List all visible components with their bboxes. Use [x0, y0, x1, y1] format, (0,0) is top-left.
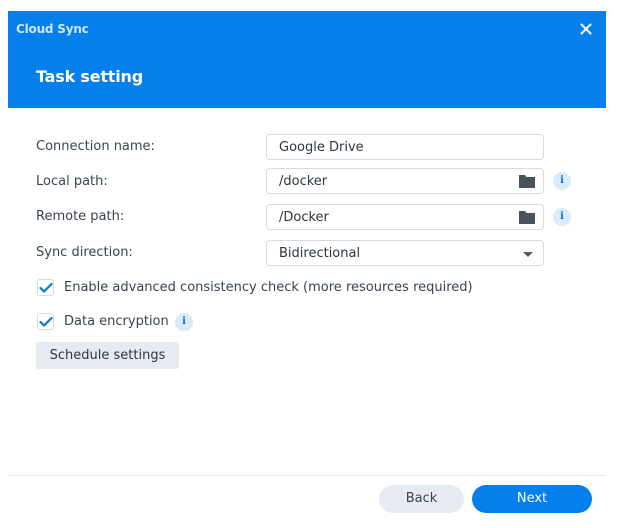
- checkmark-icon: [39, 282, 53, 293]
- app-title: Cloud Sync: [16, 22, 89, 36]
- remote-path-info-icon[interactable]: i: [553, 208, 571, 226]
- local-path-info-icon[interactable]: i: [553, 172, 571, 190]
- data-encryption-label[interactable]: Data encryption: [64, 314, 169, 329]
- connection-name-label: Connection name:: [36, 139, 155, 154]
- page-title: Task setting: [36, 67, 143, 86]
- remote-path-value: /Docker: [279, 210, 329, 225]
- data-encryption-checkbox[interactable]: [37, 313, 54, 330]
- folder-icon[interactable]: [519, 175, 535, 188]
- checkmark-icon: [39, 316, 53, 327]
- chevron-down-icon: [523, 252, 533, 257]
- schedule-settings-button[interactable]: Schedule settings: [36, 342, 179, 369]
- connection-name-value: Google Drive: [279, 140, 364, 155]
- local-path-value: /docker: [279, 174, 328, 189]
- dialog-header: Cloud Sync Task setting: [8, 11, 606, 108]
- data-encryption-info-icon[interactable]: i: [175, 313, 193, 331]
- local-path-input[interactable]: /docker: [266, 168, 544, 194]
- folder-icon[interactable]: [519, 211, 535, 224]
- sync-direction-select[interactable]: Bidirectional: [266, 240, 544, 266]
- advanced-consistency-label[interactable]: Enable advanced consistency check (more …: [64, 280, 473, 295]
- sync-direction-label: Sync direction:: [36, 245, 133, 260]
- sync-direction-value: Bidirectional: [279, 246, 361, 261]
- close-icon: [580, 23, 592, 35]
- remote-path-input[interactable]: /Docker: [266, 204, 544, 230]
- advanced-consistency-checkbox[interactable]: [37, 279, 54, 296]
- local-path-label: Local path:: [36, 174, 108, 189]
- remote-path-label: Remote path:: [36, 209, 125, 224]
- back-button[interactable]: Back: [379, 485, 464, 513]
- footer-divider: [8, 475, 606, 476]
- close-button[interactable]: [578, 21, 594, 37]
- next-button[interactable]: Next: [472, 485, 592, 513]
- connection-name-input[interactable]: Google Drive: [266, 134, 544, 160]
